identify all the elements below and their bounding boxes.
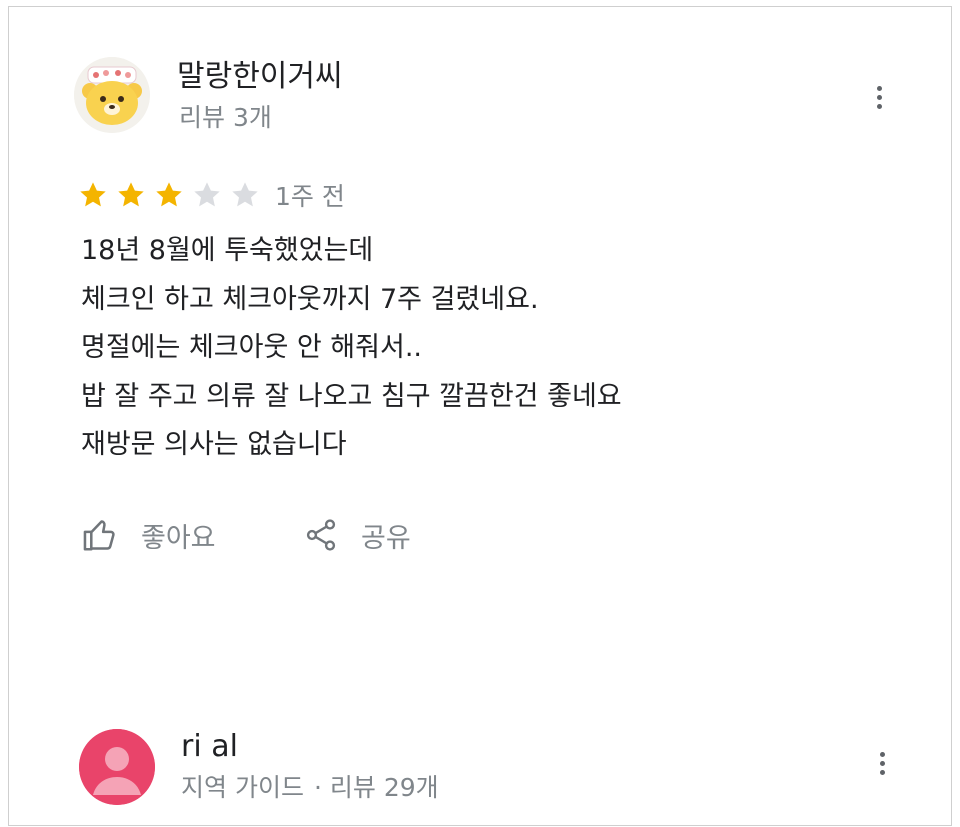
author-avatar[interactable] [74, 57, 150, 133]
thumbs-up-icon [83, 520, 115, 551]
meta-separator: · [313, 773, 322, 802]
review-card: 말랑한이거씨 리뷰 3개 1주 전 18년 8월에 투숙했었는데 체크인 하고 … [9, 7, 951, 707]
review-text-line: 체크인 하고 체크아웃까지 7주 걸렸네요. [81, 283, 539, 315]
review-body: 18년 8월에 투숙했었는데 체크인 하고 체크아웃까지 7주 걸렸네요. 명절… [81, 227, 921, 470]
like-label: 좋아요 [141, 522, 216, 554]
author-review-count: 리뷰 29개 [329, 773, 439, 802]
reviews-panel: 말랑한이거씨 리뷰 3개 1주 전 18년 8월에 투숙했었는데 체크인 하고 … [8, 6, 952, 826]
star-filled-icon [80, 182, 106, 207]
person-avatar-icon [79, 729, 155, 805]
star-rating: 1주 전 [77, 175, 345, 215]
review-text-line: 18년 8월에 투숙했었는데 [81, 235, 374, 266]
review-text-line: 밥 잘 주고 의류 잘 나오고 침구 깔끔한건 좋네요 [81, 380, 622, 412]
like-button[interactable]: 좋아요 [81, 512, 216, 558]
share-icon [306, 519, 336, 551]
more-options-icon[interactable] [870, 748, 894, 788]
more-options-icon[interactable] [867, 82, 891, 122]
review-card: ri al 지역 가이드 · 리뷰 29개 [9, 707, 951, 827]
local-guide-badge: 지역 가이드 [181, 773, 304, 802]
review-time: 1주 전 [275, 182, 345, 211]
review-text-line: 명절에는 체크아웃 안 해줘서.. [81, 332, 422, 363]
author-name[interactable]: 말랑한이거씨 [177, 59, 343, 95]
review-text-line: 재방문 의사는 없습니다 [81, 429, 347, 460]
share-label: 공유 [361, 522, 411, 554]
star-filled-icon [118, 182, 144, 207]
star-empty-icon [232, 182, 258, 207]
star-empty-icon [194, 182, 220, 207]
author-meta[interactable]: 지역 가이드 · 리뷰 29개 [181, 773, 439, 803]
author-avatar[interactable] [79, 729, 155, 805]
author-name[interactable]: ri al [181, 729, 238, 765]
star-filled-icon [156, 182, 182, 207]
share-button[interactable]: 공유 [303, 512, 411, 558]
bear-avatar-icon [74, 57, 150, 133]
author-review-count[interactable]: 리뷰 3개 [179, 103, 272, 133]
